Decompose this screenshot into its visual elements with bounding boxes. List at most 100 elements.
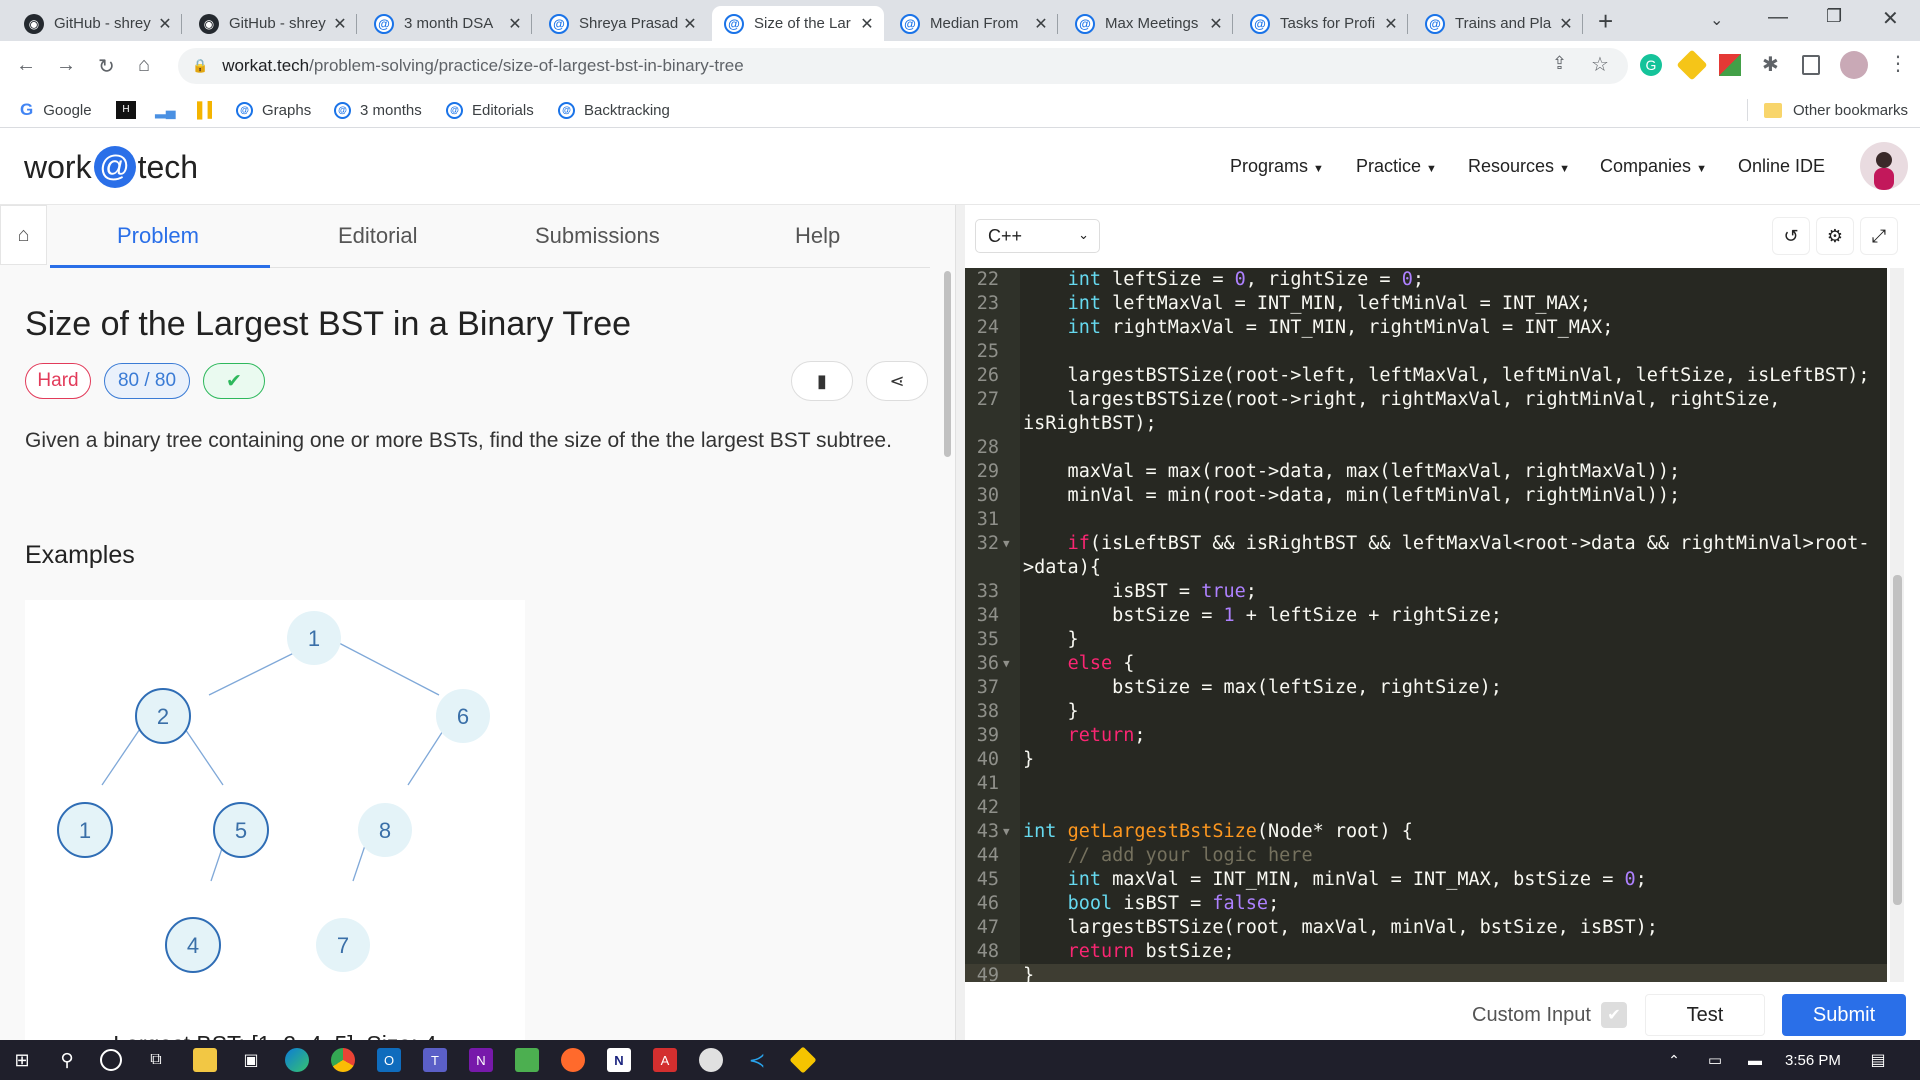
home-button[interactable]: ⌂: [0, 205, 47, 265]
reset-code-button[interactable]: ↺: [1772, 217, 1810, 255]
cortana-icon[interactable]: [100, 1049, 122, 1071]
forward-arrow-icon[interactable]: →: [56, 54, 76, 77]
problem-scrollbar[interactable]: [944, 271, 951, 457]
chrome-icon[interactable]: [331, 1048, 355, 1072]
bookmark-hackerrank[interactable]: H: [116, 99, 136, 121]
browser-tab[interactable]: @ Trains and Pla ✕: [1413, 6, 1583, 41]
taskbar-clock[interactable]: 3:56 PM: [1785, 1052, 1841, 1069]
home-icon[interactable]: ⌂: [138, 54, 150, 77]
outlook-icon[interactable]: O: [377, 1048, 401, 1072]
code-editor[interactable]: 22 int leftSize = 0, rightSize = 0; 23 i…: [965, 268, 1887, 982]
panel-resize-handle[interactable]: [955, 205, 965, 1045]
network-icon[interactable]: ▭: [1703, 1048, 1727, 1072]
fullscreen-button[interactable]: ⤢: [1860, 217, 1898, 255]
close-tab-icon[interactable]: ✕: [1205, 14, 1227, 34]
close-tab-icon[interactable]: ✕: [1380, 14, 1402, 34]
close-tab-icon[interactable]: ✕: [1030, 14, 1052, 34]
share-icon[interactable]: ⇪: [1552, 53, 1567, 74]
close-tab-icon[interactable]: ✕: [679, 14, 701, 34]
share-button[interactable]: ⋖: [866, 361, 928, 401]
extension-icon[interactable]: [1719, 54, 1741, 76]
bookmark-editorials[interactable]: @ Editorials: [446, 99, 534, 121]
tab-editorial[interactable]: Editorial: [338, 223, 417, 249]
close-tab-icon[interactable]: ✕: [504, 14, 526, 34]
nav-practice[interactable]: Practice ▼: [1356, 156, 1437, 177]
bookmark-analytics[interactable]: ▌▍: [197, 99, 219, 121]
bookmark-backtracking[interactable]: @ Backtracking: [558, 99, 670, 121]
tab-problem[interactable]: Problem: [117, 223, 199, 249]
grammarly-extension-icon[interactable]: G: [1640, 54, 1662, 76]
browser-tab[interactable]: @ Median From ✕: [888, 6, 1058, 41]
custom-input-checkbox[interactable]: ✔: [1601, 1002, 1627, 1028]
tab-search-chevron-icon[interactable]: ⌄: [1710, 10, 1723, 30]
reload-icon[interactable]: ↻: [98, 54, 115, 79]
vscode-icon[interactable]: ≺: [745, 1048, 769, 1072]
nav-companies[interactable]: Companies ▼: [1600, 156, 1707, 177]
language-select[interactable]: C++ ⌄: [975, 219, 1100, 253]
teams-icon[interactable]: T: [423, 1048, 447, 1072]
site-logo[interactable]: work @ tech: [24, 146, 198, 188]
maximize-icon[interactable]: ❐: [1826, 6, 1842, 27]
line-number: 24: [976, 317, 999, 338]
acrobat-icon[interactable]: A: [653, 1048, 677, 1072]
other-bookmarks[interactable]: Other bookmarks: [1764, 99, 1908, 121]
user-avatar[interactable]: [1860, 142, 1908, 190]
browser-tab[interactable]: ◉ GitHub - shrey ✕: [12, 6, 182, 41]
puzzle-extensions-icon[interactable]: ✱: [1762, 52, 1779, 77]
kebab-menu-icon[interactable]: ⋮: [1888, 51, 1908, 76]
task-view-icon[interactable]: ⧉: [144, 1048, 168, 1072]
window-close-icon[interactable]: ✕: [1882, 6, 1899, 31]
chevron-up-icon[interactable]: ⌃: [1662, 1048, 1686, 1072]
submit-button[interactable]: Submit: [1782, 994, 1906, 1036]
onenote-icon[interactable]: N: [469, 1048, 493, 1072]
close-tab-icon[interactable]: ✕: [329, 14, 351, 34]
minimize-icon[interactable]: —: [1768, 6, 1788, 29]
browser-tab[interactable]: @ Max Meetings ✕: [1063, 6, 1233, 41]
browser-tab[interactable]: @3 month DSA ✕: [362, 6, 532, 41]
workattech-icon: @: [1425, 13, 1445, 34]
nav-programs[interactable]: Programs ▼: [1230, 156, 1324, 177]
nav-online-ide[interactable]: Online IDE: [1738, 156, 1825, 177]
bookmark-graphs[interactable]: @ Graphs: [236, 99, 311, 121]
nav-resources[interactable]: Resources ▼: [1468, 156, 1570, 177]
browser-tab[interactable]: @ Tasks for Profi ✕: [1238, 6, 1408, 41]
browser-tab[interactable]: ◉ GitHub - shrey ✕: [187, 6, 357, 41]
profile-avatar[interactable]: [1840, 51, 1868, 79]
notifications-icon[interactable]: ▤: [1866, 1048, 1890, 1072]
fold-arrow-icon[interactable]: ▼: [1003, 532, 1010, 556]
windows-start-icon[interactable]: ⊞: [10, 1048, 34, 1072]
store-icon[interactable]: ▣: [239, 1048, 263, 1072]
git-icon[interactable]: [789, 1046, 817, 1074]
bookmark-google[interactable]: G Google: [20, 99, 92, 121]
snipping-tool-icon[interactable]: [699, 1048, 723, 1072]
close-tab-icon[interactable]: ✕: [1555, 14, 1577, 34]
file-explorer-icon[interactable]: [193, 1048, 217, 1072]
fold-arrow-icon[interactable]: ▼: [1003, 652, 1010, 676]
side-panel-icon[interactable]: [1802, 55, 1820, 75]
postman-icon[interactable]: [561, 1048, 585, 1072]
nav-label: Programs: [1230, 156, 1309, 176]
fold-arrow-icon[interactable]: ▼: [1003, 820, 1010, 844]
tab-help[interactable]: Help: [795, 223, 840, 249]
close-tab-icon[interactable]: ✕: [856, 14, 878, 34]
new-tab-icon[interactable]: +: [1598, 6, 1613, 37]
edge-icon[interactable]: [285, 1048, 309, 1072]
tab-submissions[interactable]: Submissions: [535, 223, 660, 249]
browser-tab-active[interactable]: @ Size of the Lar ✕: [712, 6, 884, 41]
sheets-icon[interactable]: [515, 1048, 539, 1072]
bookmark-chart[interactable]: ▂▄: [155, 99, 176, 121]
test-button[interactable]: Test: [1645, 994, 1765, 1036]
highlighter-extension-icon[interactable]: [1676, 49, 1708, 81]
editor-scrollbar-thumb[interactable]: [1893, 575, 1902, 905]
notion-icon[interactable]: N: [607, 1048, 631, 1072]
bookmark-star-icon[interactable]: ☆: [1591, 52, 1609, 77]
bookmark-3-months[interactable]: @3 months: [334, 99, 422, 121]
browser-tab[interactable]: @ Shreya Prasad ✕: [537, 6, 707, 41]
battery-icon[interactable]: ▬: [1743, 1048, 1767, 1072]
close-tab-icon[interactable]: ✕: [154, 14, 176, 34]
settings-button[interactable]: ⚙: [1816, 217, 1854, 255]
url-field[interactable]: 🔒 workat.tech/problem-solving/practice/s…: [178, 48, 1628, 84]
back-arrow-icon[interactable]: ←: [16, 54, 36, 77]
search-icon[interactable]: ⚲: [55, 1048, 79, 1072]
bookmark-button[interactable]: ▮: [791, 361, 853, 401]
